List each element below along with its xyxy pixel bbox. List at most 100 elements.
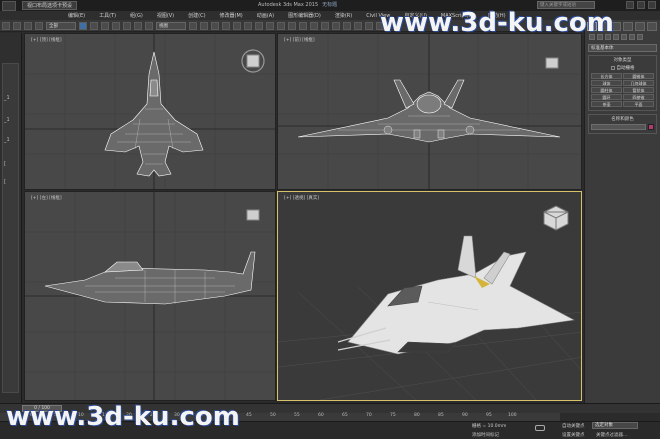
align-icon[interactable] (288, 21, 296, 30)
window-crossing-icon[interactable] (112, 21, 120, 30)
display-tab-icon[interactable] (635, 22, 645, 31)
viewcube-perspective[interactable] (543, 205, 569, 231)
motion-tab-icon[interactable] (623, 22, 633, 31)
rollout-header[interactable]: 对象类型 (591, 57, 654, 63)
name-row (591, 124, 654, 130)
viewport-left[interactable]: [+] [左] [线框] (24, 191, 276, 401)
viewcube-front[interactable] (545, 57, 559, 69)
viewport-perspective[interactable]: [+] [透视] [真实] (277, 191, 582, 401)
undo-icon[interactable] (2, 21, 10, 30)
minimize-button[interactable] (626, 1, 634, 9)
pivot-icon[interactable] (189, 21, 197, 30)
checkbox-icon[interactable] (610, 66, 615, 70)
graphite-toolbar-icon[interactable] (310, 21, 318, 30)
ribbon-marker: _1 (4, 117, 10, 123)
primitive-category-dropdown[interactable]: 标准基本体 (588, 44, 657, 52)
menu-animation[interactable]: 动画(A) (257, 12, 274, 19)
object-type-buttons: 长方体 圆锥体 球体 几何球体 圆柱体 管状体 圆环 四棱锥 茶壶 平面 (591, 73, 654, 107)
select-object-icon[interactable] (79, 21, 87, 30)
maximize-button[interactable] (637, 1, 645, 9)
menu-create[interactable]: 创建(C) (188, 12, 205, 19)
tick-label: 85 (438, 413, 444, 418)
helpers-icon[interactable] (621, 34, 627, 40)
name-and-color-rollout: 名称和颜色 (588, 114, 657, 134)
menu-views[interactable]: 视图(V) (157, 12, 174, 19)
tick-label: 65 (342, 413, 348, 418)
plane-button[interactable]: 平面 (623, 101, 654, 107)
watermark-top: www.3d-ku.com (380, 8, 614, 38)
tick-label: 100 (508, 413, 517, 418)
render-setup-icon[interactable] (354, 21, 362, 30)
close-button[interactable] (648, 1, 656, 9)
snap-toggle-icon[interactable] (222, 21, 230, 30)
top-view-aircraft-wireframe (25, 34, 275, 189)
select-by-name-icon[interactable] (90, 21, 98, 30)
spinner-snap-icon[interactable] (255, 21, 263, 30)
ribbon-marker: _1 (4, 137, 10, 143)
rectangle-selection-icon[interactable] (101, 21, 109, 30)
link-icon[interactable] (24, 21, 32, 30)
space-warps-icon[interactable] (629, 34, 635, 40)
menu-edit[interactable]: 编辑(E) (68, 12, 85, 19)
mirror-icon[interactable] (277, 21, 285, 30)
key-icon[interactable] (535, 425, 545, 431)
autogrid-checkbox[interactable]: 自动栅格 (591, 65, 654, 71)
cone-button[interactable]: 圆锥体 (623, 73, 654, 79)
tube-button[interactable]: 管状体 (623, 87, 654, 93)
viewport-front[interactable]: [+] [前] [线框] (277, 33, 582, 190)
teapot-button[interactable]: 茶壶 (591, 101, 622, 107)
set-key-button[interactable]: 设置关键点 (562, 432, 585, 438)
app-menu-button[interactable] (2, 0, 16, 11)
viewport-top[interactable]: [+] [顶] [线框] (24, 33, 276, 190)
object-name-input[interactable] (591, 124, 646, 130)
ribbon-marker: _1 (4, 95, 10, 101)
key-filters-button[interactable]: 关键点过滤器... (596, 432, 627, 438)
object-color-swatch[interactable] (648, 124, 654, 130)
menu-group[interactable]: 组(G) (130, 12, 143, 19)
rollout-header[interactable]: 名称和颜色 (591, 116, 654, 122)
menu-tools[interactable]: 工具(T) (99, 12, 116, 19)
workspace-tab[interactable]: 视口布局选项卡预设 (22, 1, 78, 10)
viewcube-left[interactable] (246, 209, 260, 221)
window-controls (626, 1, 656, 9)
unlink-icon[interactable] (35, 21, 43, 30)
material-editor-icon[interactable] (343, 21, 351, 30)
percent-snap-icon[interactable] (244, 21, 252, 30)
grid-size-readout: 栅格 = 10.0mm (472, 424, 507, 429)
ribbon-marker: [ (4, 179, 6, 185)
menu-graph-editors[interactable]: 图形编辑器(D) (288, 12, 321, 19)
torus-button[interactable]: 圆环 (591, 94, 622, 100)
menu-rendering[interactable]: 渲染(R) (335, 12, 352, 19)
layer-manager-icon[interactable] (299, 21, 307, 30)
key-selection-dropdown[interactable]: 选定对象 (592, 422, 638, 429)
utilities-tab-icon[interactable] (647, 22, 657, 31)
auto-key-button[interactable]: 自动关键点 (562, 423, 585, 429)
keyboard-shortcut-icon[interactable] (211, 21, 219, 30)
scale-icon[interactable] (145, 21, 153, 30)
window-title: Autodesk 3ds Max 2015 无标题 (258, 1, 337, 8)
redo-icon[interactable] (13, 21, 21, 30)
sphere-button[interactable]: 球体 (591, 80, 622, 86)
tick-label: 55 (294, 413, 300, 418)
angle-snap-icon[interactable] (233, 21, 241, 30)
curve-editor-icon[interactable] (321, 21, 329, 30)
rotate-icon[interactable] (134, 21, 142, 30)
box-button[interactable]: 长方体 (591, 73, 622, 79)
menu-modifiers[interactable]: 修改器(M) (220, 12, 243, 19)
schematic-view-icon[interactable] (332, 21, 340, 30)
cylinder-button[interactable]: 圆柱体 (591, 87, 622, 93)
reference-coordinate-dropdown[interactable]: 视图 (156, 21, 186, 30)
tick-label: 95 (486, 413, 492, 418)
viewcube-top[interactable] (241, 49, 265, 73)
watermark-bottom: www.3d-ku.com (6, 402, 240, 432)
named-selection-icon[interactable] (266, 21, 274, 30)
systems-icon[interactable] (637, 34, 643, 40)
render-frame-icon[interactable] (365, 21, 373, 30)
pyramid-button[interactable]: 四棱锥 (623, 94, 654, 100)
move-icon[interactable] (123, 21, 131, 30)
geosphere-button[interactable]: 几何球体 (623, 80, 654, 86)
selection-filter-dropdown[interactable]: 全部 (46, 21, 76, 30)
manipulate-icon[interactable] (200, 21, 208, 30)
add-time-tag-button[interactable]: 添加时间标记 (472, 432, 499, 438)
tick-label: 70 (366, 413, 372, 418)
